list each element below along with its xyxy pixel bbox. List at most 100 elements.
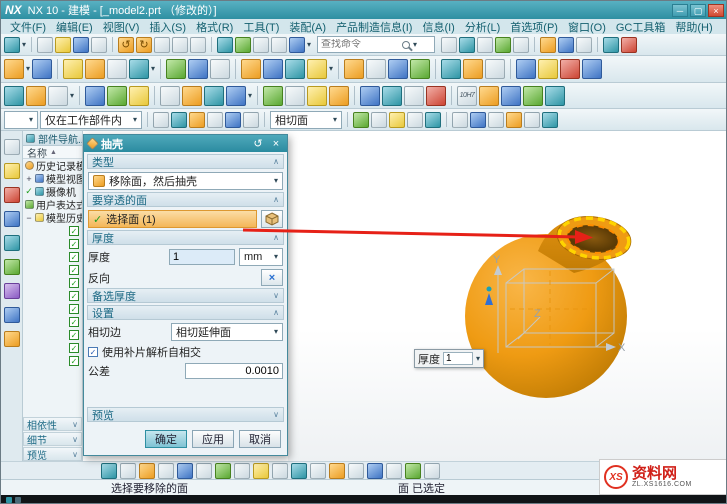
tolerance-input[interactable] xyxy=(185,363,283,379)
face-section-header[interactable]: 要穿透的面 ∧ xyxy=(87,192,284,207)
midpoint-icon[interactable] xyxy=(225,112,241,128)
menu-tools[interactable]: 工具(T) xyxy=(238,19,284,35)
thickness-section-header[interactable]: 厚度 ∧ xyxy=(87,230,284,245)
annotation-icon[interactable] xyxy=(479,86,499,106)
tangent-edges-dropdown[interactable]: 相切延伸面 ▾ xyxy=(171,323,283,341)
tangent-point-icon[interactable] xyxy=(425,112,441,128)
selection-filter-dropdown[interactable]: ▾ xyxy=(4,111,38,129)
plane-grid-icon[interactable] xyxy=(382,86,402,106)
measure-icon[interactable] xyxy=(513,37,529,53)
name-column-header[interactable]: 名称 ▲ xyxy=(23,146,82,159)
record-icon[interactable] xyxy=(621,37,637,53)
follow-fillet-icon[interactable] xyxy=(542,112,558,128)
cut-icon[interactable] xyxy=(154,37,170,53)
feature-checkbox[interactable]: ✓ xyxy=(69,317,79,327)
start-menu-icon[interactable] xyxy=(4,37,20,53)
hole-icon[interactable] xyxy=(241,59,261,79)
expression-icon[interactable] xyxy=(263,86,283,106)
menu-file[interactable]: 文件(F) xyxy=(5,19,51,35)
existing-point-icon[interactable] xyxy=(389,112,405,128)
tree-item-model-views[interactable]: + 模型视图 xyxy=(23,172,82,185)
new-file-icon[interactable] xyxy=(37,37,53,53)
menu-view[interactable]: 视图(V) xyxy=(98,19,145,35)
feature-checkbox[interactable]: ✓ xyxy=(69,304,79,314)
dialog-close-button[interactable]: × xyxy=(269,138,283,150)
alternate-thickness-section-header[interactable]: 备选厚度 ∨ xyxy=(87,288,284,303)
dimension-tool-icon[interactable] xyxy=(405,463,421,479)
process-studio-icon[interactable] xyxy=(4,283,20,299)
shell-icon[interactable] xyxy=(388,59,408,79)
thickness-hud-input[interactable] xyxy=(443,352,473,365)
feature-row[interactable]: ✓ xyxy=(23,315,82,328)
extrude-icon[interactable] xyxy=(63,59,83,79)
internet-explorer-icon[interactable] xyxy=(4,211,20,227)
cylinder-icon[interactable] xyxy=(129,59,149,79)
pad-icon[interactable] xyxy=(307,59,327,79)
make-corner-icon[interactable] xyxy=(386,463,402,479)
pocket-icon[interactable] xyxy=(285,59,305,79)
caret-icon[interactable]: ▾ xyxy=(151,65,155,73)
studio-spline-icon[interactable] xyxy=(253,463,269,479)
select-face-row[interactable]: ✓ 选择面 (1) xyxy=(88,210,257,228)
dimension-icon[interactable] xyxy=(501,86,521,106)
rectangle-icon[interactable] xyxy=(215,463,231,479)
draft-icon[interactable] xyxy=(410,59,430,79)
render-style-icon[interactable] xyxy=(545,86,565,106)
triangle-mesh-icon[interactable] xyxy=(404,86,424,106)
polygon-icon[interactable] xyxy=(234,463,250,479)
through-curves-icon[interactable] xyxy=(4,86,24,106)
part-module-icon[interactable] xyxy=(285,86,305,106)
pan-icon[interactable] xyxy=(271,37,287,53)
end-point-icon[interactable] xyxy=(407,112,423,128)
touch-mode-icon[interactable] xyxy=(603,37,619,53)
menu-format[interactable]: 格式(R) xyxy=(191,19,238,35)
paste-icon[interactable] xyxy=(190,37,206,53)
feature-row[interactable]: ✓ xyxy=(23,224,82,237)
offset-surface-icon[interactable] xyxy=(85,86,105,106)
finish-sketch-icon[interactable] xyxy=(101,463,117,479)
quick-extend-icon[interactable] xyxy=(367,463,383,479)
tube-icon[interactable] xyxy=(538,59,558,79)
synchronous-icon[interactable] xyxy=(204,86,224,106)
bounded-plane-icon[interactable] xyxy=(48,86,68,106)
part-navigator-icon[interactable] xyxy=(4,163,20,179)
swept-icon[interactable] xyxy=(516,59,536,79)
preview-section[interactable]: 预览 ∨ xyxy=(23,447,82,461)
redo-icon[interactable]: ↻ xyxy=(136,37,152,53)
sort-ascending-icon[interactable]: ▲ xyxy=(50,149,57,156)
mirror-curve-icon[interactable] xyxy=(329,463,345,479)
profile-icon[interactable] xyxy=(120,463,136,479)
mirror-feature-icon[interactable] xyxy=(463,59,483,79)
menu-help[interactable]: 帮助(H) xyxy=(670,19,717,35)
intersect-icon[interactable] xyxy=(210,59,230,79)
replace-face-icon[interactable] xyxy=(582,59,602,79)
feature-row[interactable]: ✓ xyxy=(23,263,82,276)
caret-icon[interactable]: ▾ xyxy=(26,65,30,73)
preview-section-header[interactable]: 预览 ∨ xyxy=(87,407,284,422)
feature-row[interactable]: ✓ xyxy=(23,289,82,302)
dialog-reset-button[interactable]: ↺ xyxy=(251,137,265,150)
menu-window[interactable]: 窗口(O) xyxy=(563,19,611,35)
help-icon[interactable] xyxy=(576,37,592,53)
feature-checkbox[interactable]: ✓ xyxy=(69,330,79,340)
feature-row[interactable]: ✓ xyxy=(23,237,82,250)
pattern-feature-icon[interactable] xyxy=(441,59,461,79)
type-section-header[interactable]: 类型 ∧ xyxy=(87,154,284,169)
snap-grid-icon[interactable] xyxy=(488,112,504,128)
show-hide-icon[interactable] xyxy=(477,37,493,53)
fillet-icon[interactable] xyxy=(196,463,212,479)
copy-icon[interactable] xyxy=(172,37,188,53)
sketch-icon[interactable] xyxy=(32,59,52,79)
expand-icon[interactable]: + xyxy=(25,174,33,184)
curve-rule-icon[interactable] xyxy=(506,112,522,128)
pattern-curve-icon[interactable] xyxy=(310,463,326,479)
print-icon[interactable] xyxy=(91,37,107,53)
tree-item-model-history[interactable]: − 模型历史记录 xyxy=(23,211,82,224)
settings-section-header[interactable]: 设置 ∧ xyxy=(87,305,284,320)
unite-icon[interactable] xyxy=(166,59,186,79)
cancel-button[interactable]: 取消 xyxy=(239,430,281,448)
caret-icon[interactable]: ▾ xyxy=(476,355,480,363)
check-geometry-icon[interactable] xyxy=(426,86,446,106)
menu-information[interactable]: 信息(I) xyxy=(417,19,459,35)
dialog-titlebar[interactable]: 抽壳 ↺ × xyxy=(84,135,287,152)
